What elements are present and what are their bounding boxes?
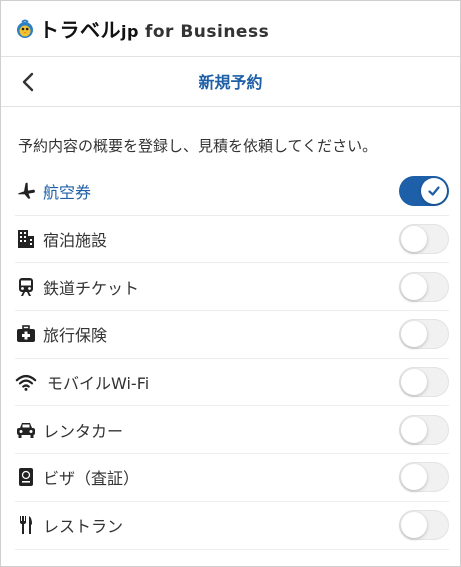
option-visa: ビザ（査証）: [15, 454, 449, 502]
back-button[interactable]: [11, 65, 45, 99]
fork-knife-icon: [15, 514, 37, 536]
checkmark-icon: [428, 186, 440, 196]
train-icon: [15, 276, 37, 298]
wifi-icon: [15, 371, 37, 393]
option-mobile-wifi: モバイルWi-Fi: [15, 359, 449, 407]
option-rental-car: レンタカー: [15, 406, 449, 455]
toggle-knob: [401, 273, 427, 300]
option-train-ticket: 鉄道チケット: [15, 263, 449, 312]
option-airline-ticket: 航空券: [15, 168, 449, 216]
option-restaurant: レストラン: [15, 502, 449, 550]
option-travel-insurance: 旅行保険: [15, 311, 449, 359]
toggle-train-ticket[interactable]: [399, 271, 449, 302]
logo-bird-icon: [17, 19, 33, 38]
brand-suffix: jp: [121, 22, 139, 41]
option-label: レンタカー: [43, 421, 124, 441]
toggle-knob: [401, 226, 427, 253]
toggle-travel-insurance[interactable]: [399, 319, 449, 350]
option-label: レストラン: [43, 517, 124, 537]
brand-logo[interactable]: トラベルjp for Business: [39, 14, 269, 43]
toggle-knob: [421, 178, 447, 205]
option-label: ビザ（査証）: [43, 469, 140, 489]
app-frame: トラベルjp for Business 新規予約 予約内容の概要を登録し、見積を依…: [0, 0, 461, 567]
toggle-accommodation[interactable]: [399, 224, 449, 255]
passport-icon: [15, 466, 37, 488]
toggle-knob: [401, 416, 427, 443]
page-title: 新規予約: [198, 73, 263, 92]
option-accommodation: 宿泊施設: [15, 216, 449, 264]
option-label: モバイルWi-Fi: [47, 374, 150, 394]
toggle-rental-car[interactable]: [399, 414, 449, 445]
toggle-knob: [401, 512, 427, 539]
building-icon: [15, 228, 37, 250]
toggle-airline-ticket[interactable]: [399, 176, 449, 207]
option-label: 鉄道チケット: [43, 278, 140, 298]
option-label: 宿泊施設: [43, 231, 108, 251]
toggle-knob: [401, 321, 427, 348]
first-aid-kit-icon: [15, 323, 37, 345]
nav-bar: 新規予約: [1, 58, 460, 107]
car-icon: [15, 419, 37, 441]
airplane-icon: [15, 180, 37, 202]
toggle-knob: [401, 369, 427, 396]
service-options-list: 航空券 宿泊施設 鉄道チケット 旅行保険 モバイルWi-Fi レンタカー ビザ（…: [15, 168, 449, 550]
brand-subtitle: for Business: [144, 22, 270, 42]
toggle-knob: [401, 464, 427, 491]
brand-name: トラベル: [39, 18, 121, 42]
toggle-mobile-wifi[interactable]: [399, 367, 449, 398]
chevron-left-icon: [22, 72, 34, 92]
brand-header: トラベルjp for Business: [1, 1, 460, 57]
option-label: 旅行保険: [43, 326, 108, 346]
toggle-visa[interactable]: [399, 462, 449, 493]
option-label: 航空券: [43, 183, 92, 203]
toggle-restaurant[interactable]: [399, 510, 449, 541]
instruction-text: 予約内容の概要を登録し、見積を依頼してください。: [18, 137, 378, 155]
